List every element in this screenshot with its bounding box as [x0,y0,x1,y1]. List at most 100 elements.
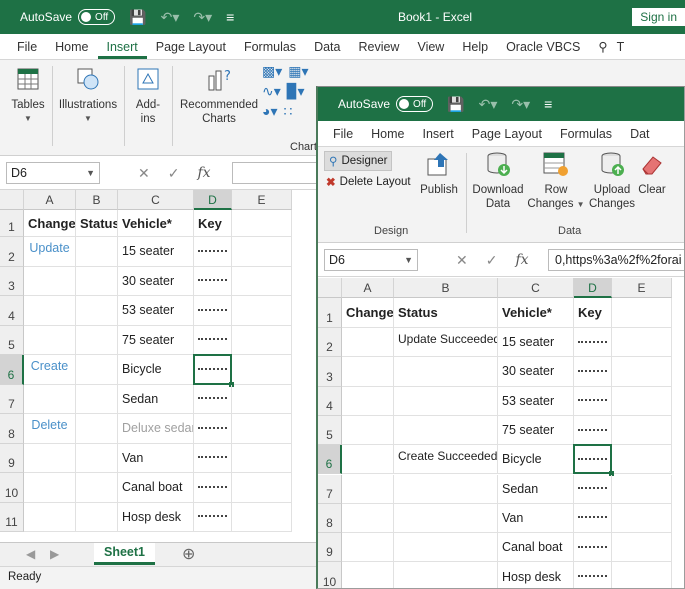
cancel-icon[interactable]: ✕ [138,165,150,182]
change-cell[interactable] [24,325,76,355]
status-cell[interactable] [394,562,498,588]
row-header-1[interactable]: 1 [318,298,342,328]
status-cell[interactable]: Update Succeeded [394,328,498,358]
download-data-button[interactable]: Download Data [470,151,526,211]
key-cell[interactable] [194,325,232,355]
enter-icon[interactable]: ✓ [486,252,498,269]
header-cell-status[interactable]: Status [76,210,118,237]
header-cell-key[interactable]: Key [574,298,612,328]
insert-function-icon[interactable]: fx [515,252,528,269]
status-cell[interactable] [394,474,498,504]
status-cell[interactable] [76,266,118,296]
header-cell-change[interactable]: Change [24,210,76,237]
tab-help[interactable]: Help [453,40,497,59]
cell[interactable] [612,357,672,387]
corner-select-all[interactable] [318,278,342,298]
row-header-5[interactable]: 5 [0,325,24,355]
cell[interactable] [232,443,292,473]
vehicle-cell[interactable]: 53 seater [118,296,194,326]
column-chart-icon[interactable]: ▩▾ [262,64,282,78]
header-cell-vehicle[interactable]: Vehicle* [498,298,574,328]
tab-view[interactable]: View [408,40,453,59]
insert-function-icon[interactable]: fx [197,165,210,182]
cell[interactable] [612,503,672,534]
change-cell[interactable]: Create [24,355,76,385]
column-header-b[interactable]: B [76,190,118,210]
change-cell[interactable] [24,384,76,414]
vehicle-cell[interactable]: 75 seater [118,325,194,355]
recommended-charts-button[interactable]: ? Recommended Charts [178,66,260,126]
tab-formulas[interactable]: Formulas [551,127,621,146]
scatter-chart-icon[interactable]: ∷ [283,104,292,118]
status-cell[interactable] [394,386,498,416]
cell[interactable] [232,473,292,503]
selected-cell-d6[interactable] [573,444,614,477]
tab-data[interactable]: Dat [621,127,658,146]
row-changes-button[interactable]: Row Changes ▼ [526,151,586,212]
tab-page-layout[interactable]: Page Layout [147,40,235,59]
cell[interactable] [232,210,292,237]
tab-review[interactable]: Review [349,40,408,59]
vehicle-cell[interactable]: 15 seater [118,237,194,267]
header-cell-change[interactable]: Change [342,298,394,328]
row-header-6[interactable]: 6 [0,355,24,385]
customize-qat-icon[interactable]: ≡ [544,96,552,112]
status-cell[interactable] [76,414,118,444]
stat-chart-icon[interactable]: ▉▾ [287,84,305,98]
status-cell[interactable] [76,237,118,267]
change-cell[interactable]: Delete [24,414,76,444]
vehicle-cell[interactable]: Deluxe sedan [118,414,194,444]
save-icon[interactable]: 💾 [447,96,464,113]
designer-button[interactable]: ⚲ Designer [324,151,393,171]
name-box[interactable]: D6 ▼ [6,162,100,184]
column-header-a[interactable]: A [342,278,394,298]
row-header-10[interactable]: 10 [0,473,24,503]
line-chart-icon[interactable]: ∿▾ [262,84,281,98]
change-cell[interactable] [342,328,394,358]
key-cell[interactable] [574,415,612,446]
autosave-toggle[interactable]: Off [78,9,116,25]
status-cell[interactable] [394,503,498,534]
search-icon[interactable]: ⚲ [589,39,616,59]
change-cell[interactable] [342,445,394,475]
change-cell[interactable] [24,443,76,473]
row-header-2[interactable]: 2 [318,328,342,358]
change-cell[interactable] [342,357,394,387]
tab-file[interactable]: File [8,40,46,59]
row-header-9[interactable]: 9 [0,443,24,473]
cell[interactable] [612,445,672,475]
selected-cell-d6[interactable] [193,354,234,386]
cell[interactable] [612,415,672,446]
row-header-3[interactable]: 3 [318,357,342,387]
change-cell[interactable]: Update [24,237,76,267]
column-header-d[interactable]: D [194,190,232,210]
customize-qat-icon[interactable]: ≡ [226,9,234,25]
header-cell-vehicle[interactable]: Vehicle* [118,210,194,237]
cell[interactable] [232,266,292,296]
autosave-toggle[interactable]: Off [396,96,434,112]
row-header-10[interactable]: 10 [318,562,342,588]
column-header-c[interactable]: C [118,190,194,210]
column-header-d[interactable]: D [574,278,612,298]
change-cell[interactable] [24,296,76,326]
save-icon[interactable]: 💾 [129,9,146,26]
tab-file[interactable]: File [324,127,362,146]
status-cell[interactable] [76,473,118,503]
header-cell-key[interactable]: Key [194,210,232,237]
column-header-e[interactable]: E [612,278,672,298]
formula-input[interactable]: 0,https%3a%2f%2forai [548,249,684,271]
vehicle-cell[interactable]: Hosp desk [498,562,574,588]
row-header-3[interactable]: 3 [0,266,24,296]
vehicle-cell[interactable]: Bicycle [118,355,194,385]
change-cell[interactable] [342,415,394,446]
add-ins-button[interactable]: Add- ins [128,66,168,126]
vehicle-cell[interactable]: Hosp desk [118,502,194,532]
redo-icon[interactable]: ↷▾ [193,9,212,26]
column-header-a[interactable]: A [24,190,76,210]
key-cell[interactable] [194,296,232,326]
row-header-6[interactable]: 6 [318,445,342,475]
key-cell[interactable] [194,443,232,473]
row-header-9[interactable]: 9 [318,533,342,563]
worksheet-grid[interactable]: A B C D E 1 Change Status Vehicle* Key 2 Update Suc… [318,278,684,588]
status-cell[interactable] [76,355,118,385]
